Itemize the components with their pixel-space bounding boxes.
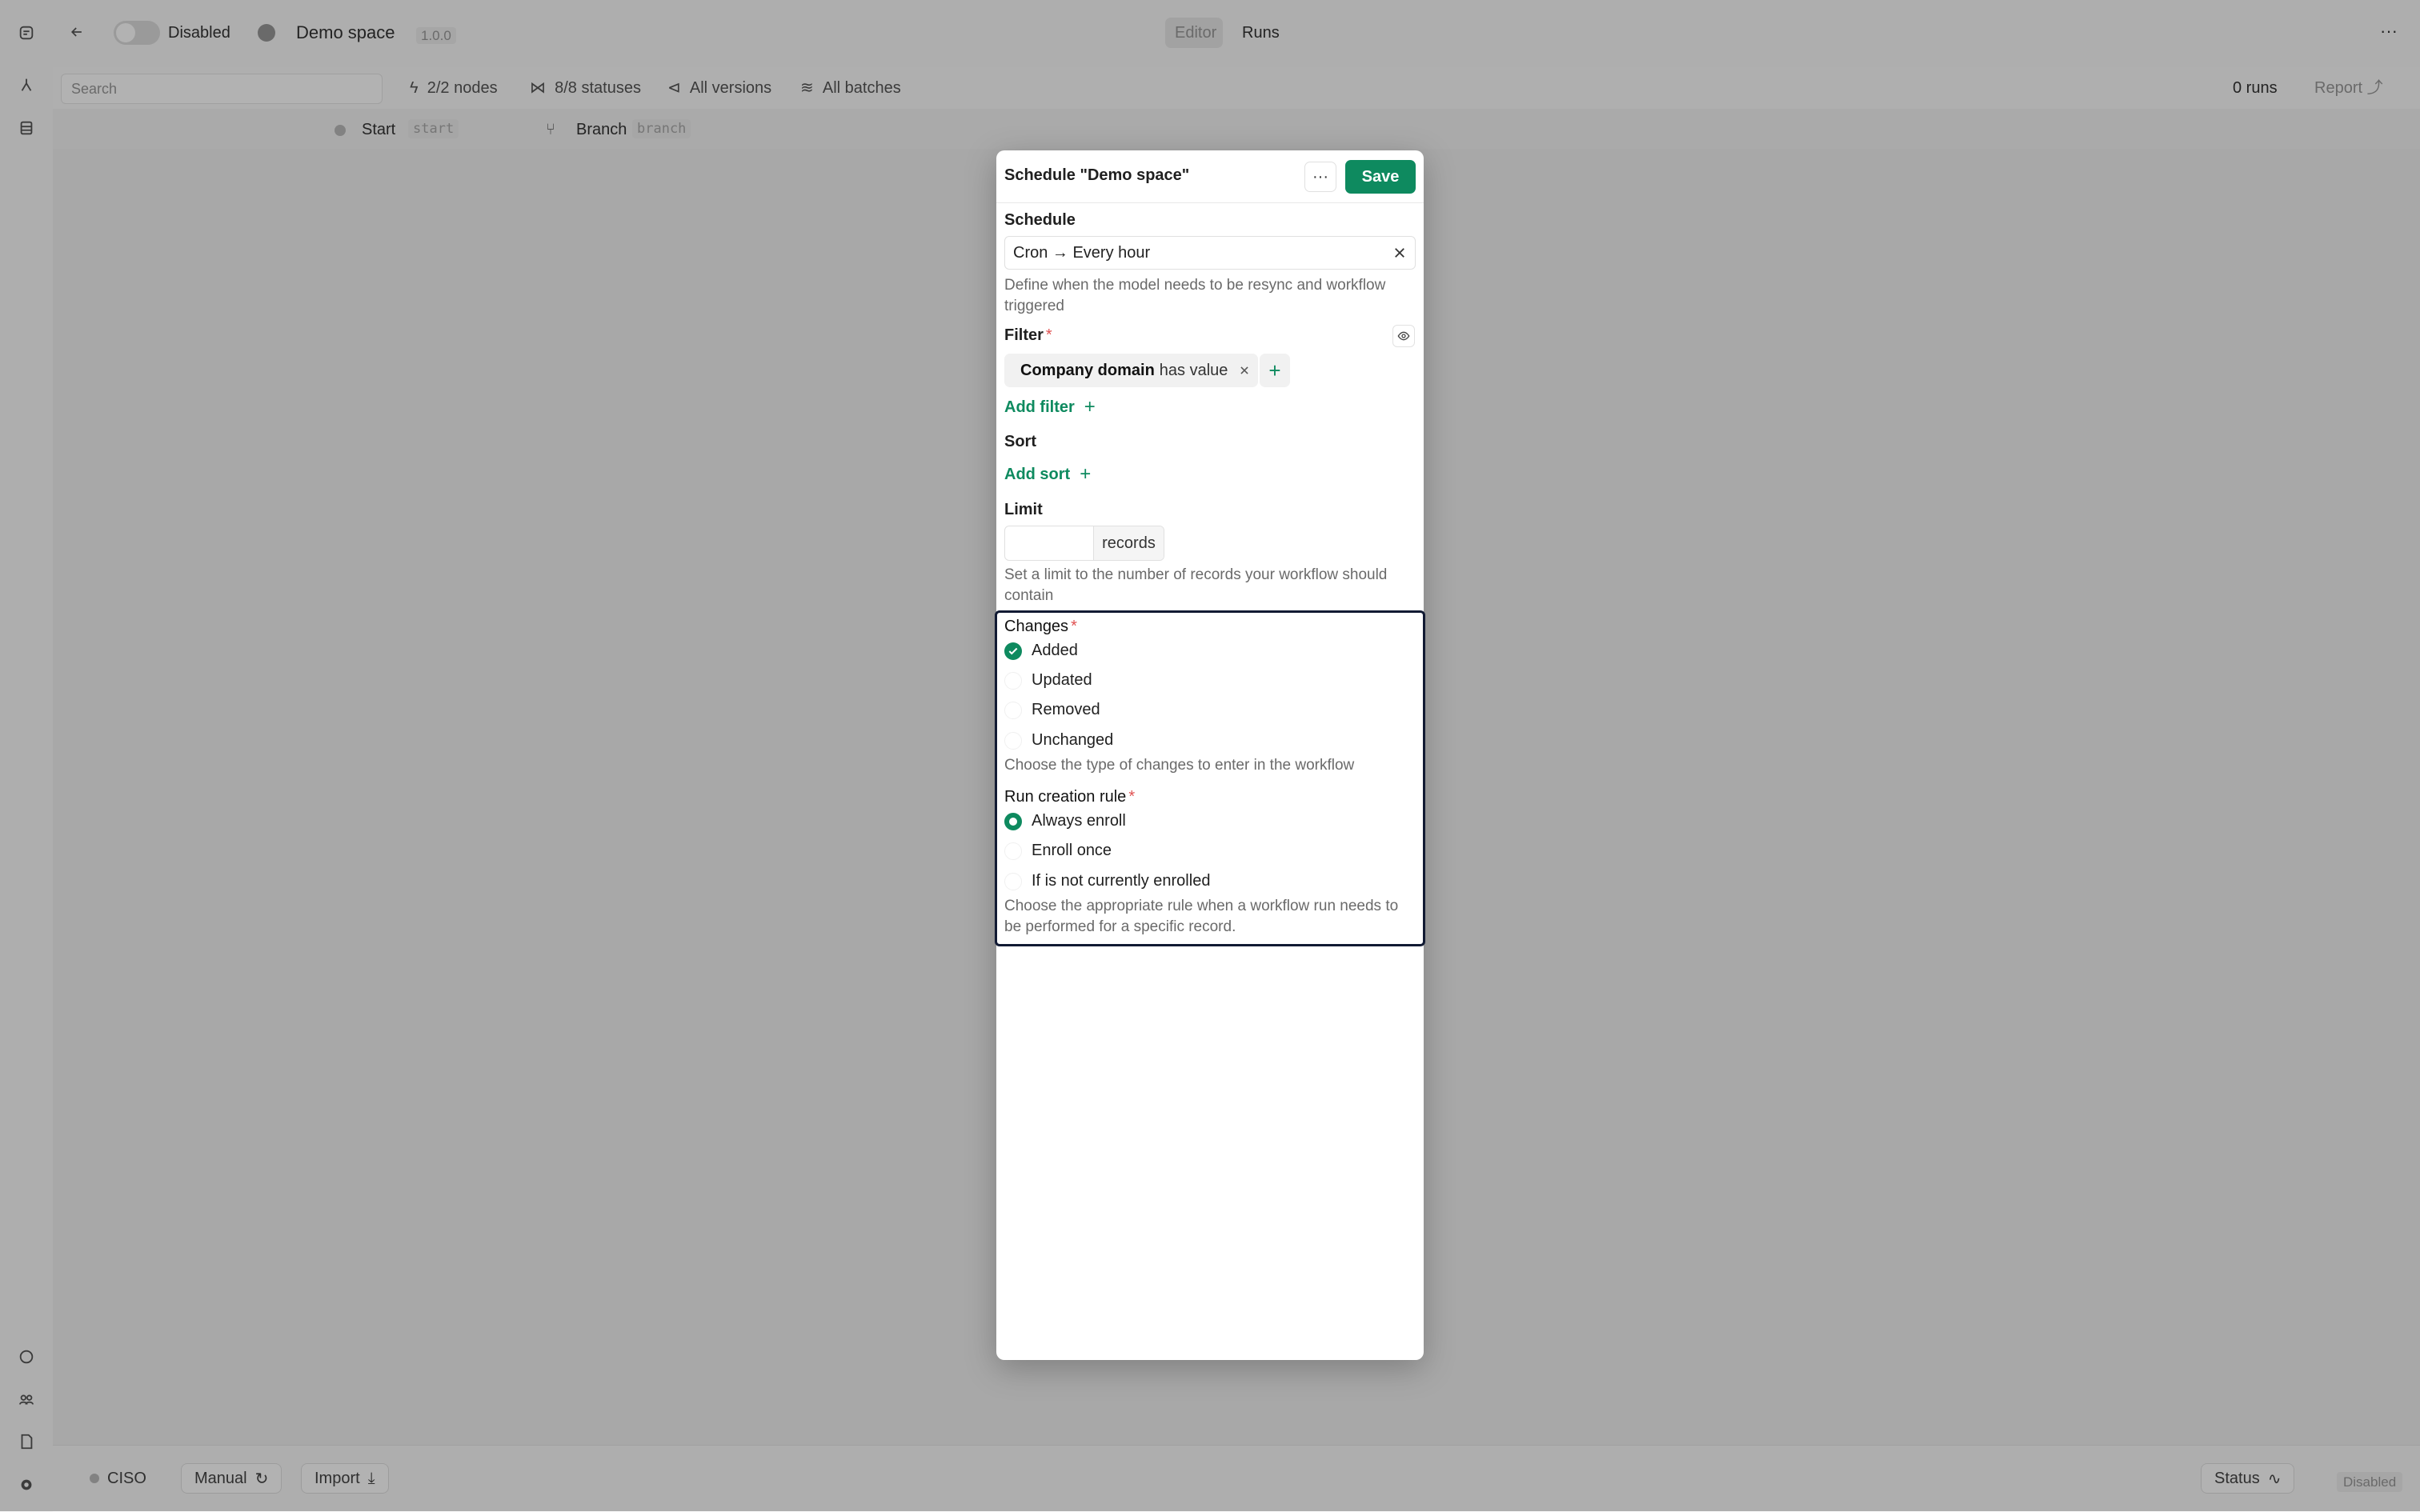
plus-icon: + [1080, 463, 1092, 485]
save-button[interactable]: Save [1345, 160, 1416, 194]
modal-title: Schedule "Demo space" [1004, 166, 1190, 184]
run-rule-label: Run creation rule * [1004, 788, 1136, 806]
filter-chip[interactable]: Company domain has value [1004, 354, 1259, 387]
remove-filter-icon[interactable] [1239, 365, 1250, 376]
changes-option-added[interactable]: Added [1004, 642, 1078, 660]
schedule-help: Define when the model needs to be resync… [1004, 277, 1386, 314]
run-rule-option-always[interactable]: Always enroll [1004, 812, 1126, 830]
schedule-value: Cron → Every hour [1013, 243, 1151, 262]
changes-option-removed[interactable]: Removed [1004, 701, 1100, 719]
filter-chip-field: Company domain [1020, 361, 1155, 379]
changes-help: Choose the type of changes to enter in t… [1004, 757, 1355, 774]
limit-input[interactable] [1005, 526, 1094, 560]
limit-suffix: records [1094, 526, 1164, 560]
filter-chip-operator: has value [1159, 361, 1228, 379]
checkbox-icon[interactable] [1004, 671, 1022, 690]
run-rule-option-not-enrolled[interactable]: If is not currently enrolled [1004, 872, 1210, 890]
radio-selected-icon[interactable] [1004, 812, 1022, 830]
radio-icon[interactable] [1004, 842, 1022, 860]
changes-option-unchanged[interactable]: Unchanged [1004, 731, 1113, 750]
sort-label: Sort [1004, 433, 1036, 450]
changes-label: Changes * [1004, 618, 1077, 635]
checkbox-icon[interactable] [1004, 731, 1022, 750]
add-filter-button[interactable]: Add filter + [1004, 396, 1096, 418]
limit-label: Limit [1004, 501, 1043, 518]
limit-help: Set a limit to the number of records you… [1004, 566, 1388, 604]
schedule-modal: Schedule "Demo space" ··· Save Schedule … [995, 150, 1425, 1360]
schedule-label: Schedule [1004, 211, 1076, 229]
run-rule-help: Choose the appropriate rule when a workf… [1004, 898, 1399, 935]
clear-icon[interactable] [1392, 246, 1407, 260]
checkbox-checked-icon[interactable] [1004, 642, 1022, 660]
limit-field: records [1004, 526, 1164, 561]
header-divider [996, 202, 1424, 203]
run-rule-option-once[interactable]: Enroll once [1004, 842, 1112, 860]
filter-label: Filter * [1004, 326, 1052, 344]
eye-icon[interactable] [1392, 325, 1415, 347]
schedule-select[interactable]: Cron → Every hour [1004, 236, 1416, 270]
plus-icon: + [1084, 396, 1096, 418]
filter-add-condition-button[interactable]: + [1260, 354, 1290, 387]
radio-icon[interactable] [1004, 872, 1022, 890]
modal-more-button[interactable]: ··· [1304, 162, 1336, 192]
add-sort-button[interactable]: Add sort + [1004, 463, 1091, 486]
checkbox-icon[interactable] [1004, 701, 1022, 719]
changes-option-updated[interactable]: Updated [1004, 671, 1092, 690]
